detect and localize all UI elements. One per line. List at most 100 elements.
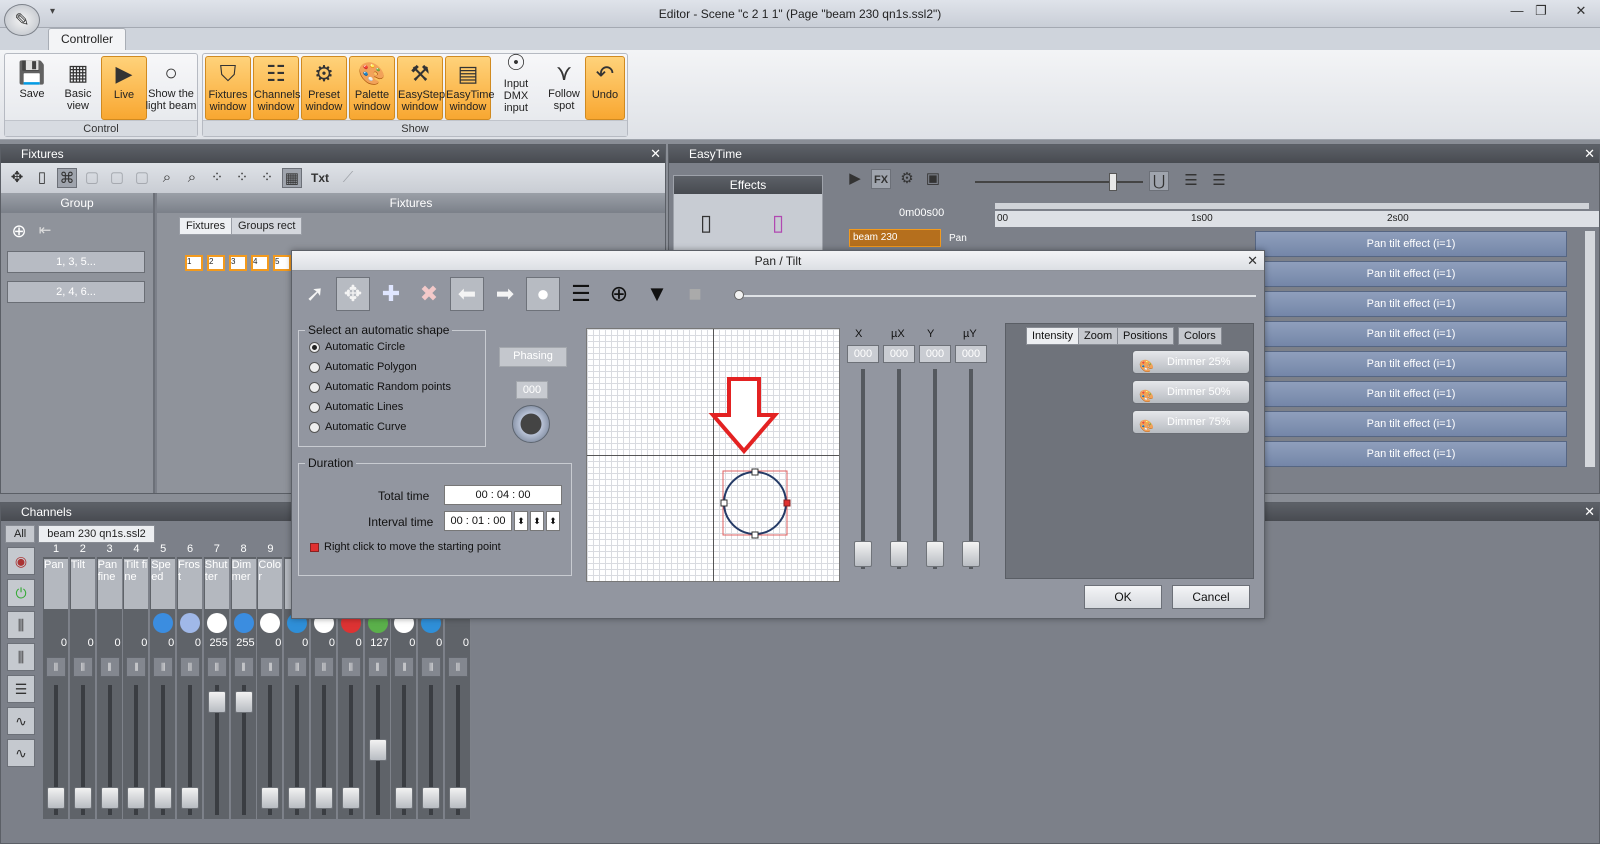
- import-group-icon[interactable]: ⇤: [35, 221, 55, 241]
- shape-option[interactable]: Automatic Circle: [299, 337, 485, 357]
- easystep-window-button[interactable]: ⚒ EasyStep window: [397, 56, 445, 120]
- easytime-window-button[interactable]: ▤ EasyTime window: [445, 56, 495, 120]
- undo-button[interactable]: ↶ Undo: [585, 56, 625, 120]
- effect-row[interactable]: Pan tilt effect (i=1): [1255, 381, 1567, 407]
- channel-options-icon[interactable]: ⫼: [180, 657, 200, 677]
- channel-fader-thumb[interactable]: [288, 787, 307, 809]
- zoom-slider-thumb[interactable]: [1109, 173, 1117, 191]
- interval-time-input[interactable]: 00 : 01 : 00: [444, 511, 512, 531]
- move-icon[interactable]: ✥: [7, 168, 27, 188]
- numbered-list-icon[interactable]: ☰: [564, 277, 598, 311]
- preset-button[interactable]: 🎨 Dimmer 50%: [1132, 380, 1250, 404]
- tab-fixtures[interactable]: Fixtures: [179, 217, 233, 235]
- add-point-icon[interactable]: ✚: [374, 277, 408, 311]
- show-light-beam-button[interactable]: ○ Show the light beam: [145, 56, 197, 120]
- zoom-slider[interactable]: [975, 181, 1143, 183]
- fixtures-window-button[interactable]: ⛉ Fixtures window: [205, 56, 251, 120]
- faders-icon[interactable]: ⫼: [7, 611, 35, 639]
- constant-effect-icon[interactable]: ▯: [700, 210, 712, 236]
- tab-zoom[interactable]: Zoom: [1078, 327, 1119, 345]
- shape-option[interactable]: Automatic Random points: [299, 377, 485, 397]
- radio-button[interactable]: [309, 381, 320, 393]
- effect-row[interactable]: Pan tilt effect (i=1): [1255, 441, 1567, 467]
- interval-spinner-minutes[interactable]: ⬍: [514, 511, 528, 531]
- group-item[interactable]: 2, 4, 6...: [7, 281, 145, 303]
- channel-fader-thumb[interactable]: [234, 691, 253, 713]
- xy-fader-track[interactable]: [933, 369, 937, 569]
- follow-spot-button[interactable]: ⋎ Follow spot: [541, 56, 587, 120]
- radio-button[interactable]: [309, 421, 320, 433]
- channel-options-icon[interactable]: ⫼: [367, 657, 388, 677]
- channel-options-icon[interactable]: ⫼: [99, 657, 120, 677]
- distribute-icon[interactable]: ☰: [1209, 171, 1229, 191]
- shape-option[interactable]: Automatic Polygon: [299, 357, 485, 377]
- channel-fader-thumb[interactable]: [315, 787, 333, 809]
- channel-options-icon[interactable]: ⫼: [287, 657, 308, 677]
- channel-options-icon[interactable]: ⫼: [448, 657, 468, 677]
- effect-row[interactable]: Pan tilt effect (i=1): [1255, 321, 1567, 347]
- close-easytime-panel-icon[interactable]: ✕: [1584, 145, 1595, 163]
- channel-function-icon[interactable]: [180, 613, 200, 633]
- phasing-value[interactable]: 000: [516, 381, 548, 399]
- xy-value-input[interactable]: 000: [883, 345, 915, 363]
- zoom-in-icon[interactable]: ⌕: [157, 168, 177, 188]
- curve-settings-icon[interactable]: ∿: [7, 739, 35, 767]
- fixture-tile[interactable]: 2: [207, 255, 225, 271]
- zoom-out-icon[interactable]: ⌕: [182, 168, 202, 188]
- channel-function-icon[interactable]: [153, 613, 174, 633]
- effect-row[interactable]: Pan tilt effect (i=1): [1255, 231, 1567, 257]
- power-icon[interactable]: ⏻: [7, 579, 35, 607]
- channel-options-icon[interactable]: ⫼: [206, 657, 227, 677]
- reset-knob-icon[interactable]: ◉: [7, 547, 35, 575]
- previous-arrow-icon[interactable]: ⬅: [450, 277, 484, 311]
- tab-colors[interactable]: Colors: [1178, 327, 1222, 345]
- channel-options-icon[interactable]: ⫼: [314, 657, 334, 677]
- radio-button[interactable]: [309, 341, 320, 353]
- xy-fader-track[interactable]: [897, 369, 901, 569]
- position-slider-knob[interactable]: [734, 290, 744, 300]
- settings-gear-icon[interactable]: ⚙: [897, 169, 917, 189]
- cancel-button[interactable]: Cancel: [1172, 585, 1250, 609]
- tab-groups-rect[interactable]: Groups rect: [231, 217, 303, 235]
- close-fixtures-panel-icon[interactable]: ✕: [650, 145, 661, 163]
- fixture-tile[interactable]: 4: [251, 255, 269, 271]
- add-fixture-icon[interactable]: ▢: [82, 168, 102, 188]
- palette-window-button[interactable]: 🎨 Palette window: [349, 56, 395, 120]
- restore-button[interactable]: ❐: [1530, 2, 1552, 20]
- list-view-icon[interactable]: ▦: [282, 168, 302, 188]
- channel-fader-thumb[interactable]: [341, 787, 360, 809]
- close-window-button[interactable]: ✕: [1570, 2, 1592, 20]
- crosshair-icon[interactable]: ⊕: [602, 277, 636, 311]
- channel-fader-thumb[interactable]: [261, 787, 280, 809]
- xy-fader-thumb[interactable]: [854, 541, 872, 567]
- fixture-tile[interactable]: 1: [185, 255, 203, 271]
- tab-controller[interactable]: Controller: [48, 28, 127, 50]
- effect-row[interactable]: Pan tilt effect (i=1): [1255, 291, 1567, 317]
- position-slider[interactable]: [734, 290, 1256, 300]
- stop-icon[interactable]: ■: [678, 277, 712, 311]
- effects-vertical-scrollbar[interactable]: [1585, 231, 1595, 467]
- preset-button[interactable]: 🎨 Dimmer 75%: [1132, 410, 1250, 434]
- channel-options-icon[interactable]: ⫼: [340, 657, 361, 677]
- pan-tilt-grid[interactable]: [586, 328, 840, 582]
- channel-options-icon[interactable]: ⫼: [72, 657, 93, 677]
- add-fixture-2-icon[interactable]: ▢: [107, 168, 127, 188]
- track-label[interactable]: beam 230 qn1s.ssl2: [849, 229, 941, 247]
- channel-fader-thumb[interactable]: [207, 691, 226, 713]
- gradient-effect-icon[interactable]: ▯: [772, 210, 784, 236]
- ctrl-select-icon[interactable]: ⌘: [57, 168, 77, 188]
- xy-fader-track[interactable]: [861, 369, 865, 569]
- group-item[interactable]: 1, 3, 5...: [7, 251, 145, 273]
- cursor-target-icon[interactable]: ▼: [640, 277, 674, 311]
- app-menu-icon[interactable]: ✎: [4, 4, 40, 36]
- xy-fader-thumb[interactable]: [926, 541, 944, 567]
- tab-all[interactable]: All: [5, 525, 36, 543]
- play-icon[interactable]: ▶: [845, 169, 865, 189]
- channel-fader-thumb[interactable]: [395, 787, 414, 809]
- channel-function-icon[interactable]: [206, 613, 227, 633]
- curve-icon[interactable]: ∿: [7, 707, 35, 735]
- xy-value-input[interactable]: 000: [955, 345, 987, 363]
- input-dmx-button[interactable]: ☉ Input DMX input: [493, 46, 539, 114]
- tab-intensity[interactable]: Intensity: [1026, 327, 1079, 345]
- preset-button[interactable]: 🎨 Dimmer 25%: [1132, 350, 1250, 374]
